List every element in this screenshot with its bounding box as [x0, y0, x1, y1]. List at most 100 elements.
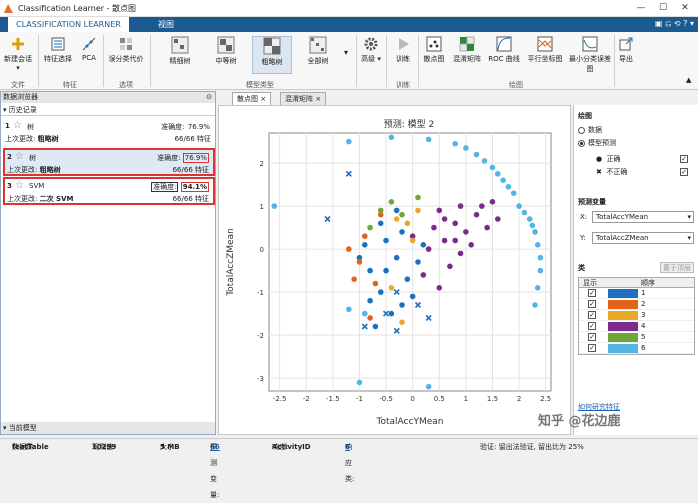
class-row[interactable]: ✓ 4	[579, 321, 694, 332]
model-entry-selected[interactable]: 2 ☆ 树 准确度: 76.9% 上次更改: 粗略树 66/66 特征	[3, 148, 215, 176]
scatter-chart[interactable]: 预测: 模型 2 -2.5 -2 -1.5 -1 -0.5 0 0.5 1 1.5 2 2.5 -3 -…	[219, 106, 570, 434]
tab-view[interactable]: 视图	[150, 17, 182, 32]
status-bar: 数据集: featTable 观测值: 10299 大小: 5 MB 预测变量:…	[0, 438, 698, 499]
star-icon[interactable]: ☆	[15, 151, 24, 162]
y-axis-label: TotalAccZMean	[226, 228, 236, 297]
coarse-tree-button[interactable]: 粗略树	[252, 36, 292, 74]
export-icon	[619, 37, 633, 51]
history-section-header[interactable]: ▾ 历史记录	[1, 105, 215, 116]
train-icon	[399, 38, 409, 50]
fine-tree-button[interactable]: 精细树	[160, 36, 200, 66]
model-entry[interactable]: 1 ☆ 树 准确度: 76.9% 上次更改: 粗略树 66/66 特征	[3, 119, 215, 147]
col-order: 顺序	[641, 279, 655, 287]
tab-confusion-matrix[interactable]: 混淆矩阵 ×	[280, 92, 327, 105]
status-observations: 观测值: 10299	[92, 443, 117, 451]
class-show-checkbox[interactable]: ✓	[588, 289, 596, 297]
ribbon-tab-bar: CLASSIFICATION LEARNER 视图 ▣ ⎌ ⟲ ? ▾	[0, 17, 698, 32]
min-error-plot-icon	[582, 36, 598, 52]
data-point-class-5	[377, 207, 384, 214]
new-session-label: 新建会话	[4, 55, 32, 63]
scatter-plot-button[interactable]: 散点图	[421, 36, 447, 64]
minimize-button[interactable]: —	[630, 0, 652, 16]
data-point-class-6	[425, 383, 432, 390]
incorrect-checkbox[interactable]: ✓	[680, 168, 688, 176]
data-point-class-6	[425, 136, 432, 143]
class-row[interactable]: ✓ 1	[579, 288, 694, 299]
parallel-coordinates-button[interactable]: 平行坐标图	[525, 36, 565, 64]
min-error-plot-button[interactable]: 最小分类误差图	[569, 36, 611, 74]
min-error-plot-label: 最小分类误差图	[569, 55, 611, 73]
pca-button[interactable]: PCA	[78, 36, 100, 62]
data-point-class-6	[481, 158, 488, 164]
history-label: 历史记录	[8, 106, 37, 114]
tab-scatter-plot[interactable]: 散点图 ×	[232, 92, 272, 105]
data-point-class-1	[383, 237, 389, 244]
accuracy-value: 76.9%	[187, 123, 210, 131]
correct-label: 正确	[606, 155, 621, 163]
panel-menu-icon[interactable]: ⊙	[206, 92, 212, 103]
model-features: 66/66 特征	[174, 135, 211, 143]
close-button[interactable]: ✕	[674, 0, 696, 16]
all-trees-button[interactable]: 全部树	[298, 36, 338, 66]
bring-to-front-button[interactable]: 置于顶层	[660, 262, 694, 273]
data-point-class-4	[473, 211, 480, 218]
class-show-checkbox[interactable]: ✓	[588, 344, 596, 352]
radio-data-label: 数据	[588, 126, 602, 134]
misclassification-cost-button[interactable]: 误分类代价	[106, 36, 146, 64]
model-gallery-expand-icon[interactable]: ▾	[344, 48, 348, 57]
status-predictors: 预测变量: 66	[210, 443, 220, 499]
data-point-class-2	[346, 246, 352, 252]
close-icon[interactable]: ×	[315, 95, 321, 103]
confusion-matrix-button[interactable]: 混淆矩阵	[451, 36, 483, 64]
class-show-checkbox[interactable]: ✓	[588, 333, 596, 341]
data-point-class-1	[367, 297, 373, 304]
class-row[interactable]: ✓ 2	[579, 299, 694, 310]
advanced-button[interactable]: 高级 ▾	[358, 36, 384, 64]
close-icon[interactable]: ×	[260, 95, 266, 103]
x-predictor-select[interactable]: TotalAccYMean ▾	[592, 211, 694, 223]
model-number: 3	[7, 182, 12, 190]
star-icon[interactable]: ☆	[15, 180, 24, 191]
y-predictor-select[interactable]: TotalAccZMean ▾	[592, 232, 694, 244]
correct-checkbox[interactable]: ✓	[680, 155, 688, 163]
y-tick-label: -1	[257, 289, 264, 297]
class-color-swatch	[608, 311, 638, 320]
model-number: 1	[5, 122, 10, 130]
class-row[interactable]: ✓ 5	[579, 332, 694, 343]
roc-curve-button[interactable]: ROC 曲线	[487, 36, 521, 64]
class-show-checkbox[interactable]: ✓	[588, 311, 596, 319]
train-button[interactable]: 训练	[390, 36, 416, 64]
class-row[interactable]: ✓ 6	[579, 343, 694, 354]
x-tick-label: 0	[410, 395, 414, 403]
tab-classification-learner[interactable]: CLASSIFICATION LEARNER	[8, 17, 129, 32]
class-show-checkbox[interactable]: ✓	[588, 300, 596, 308]
window-title: Classification Learner - 散点图	[18, 4, 137, 13]
radio-icon	[578, 126, 585, 134]
last-change-label: 上次更改:	[7, 195, 38, 203]
radio-model-predictions[interactable]: 模型预测	[578, 138, 616, 148]
correct-row: ● 正确 ✓	[596, 154, 688, 164]
data-point-class-4	[447, 263, 453, 270]
chart-title: 预测: 模型 2	[384, 119, 434, 130]
data-point-class-2	[351, 276, 357, 282]
class-row[interactable]: ✓ 3	[579, 310, 694, 321]
maximize-button[interactable]: ☐	[652, 0, 674, 16]
y-tick-label: 2	[260, 160, 264, 168]
radio-data[interactable]: 数据	[578, 125, 602, 135]
pca-label: PCA	[82, 54, 96, 62]
data-point-class-6	[463, 145, 469, 151]
class-show-checkbox[interactable]: ✓	[588, 322, 596, 330]
tab-label: 散点图	[237, 95, 258, 103]
star-icon[interactable]: ☆	[13, 120, 22, 131]
model-entry[interactable]: 3 ☆ SVM 准确度: 94.1% 上次更改: 二次 SVM 66/66 特征	[3, 177, 215, 205]
quick-access-toolbar[interactable]: ▣ ⎌ ⟲ ? ▾	[655, 19, 694, 29]
medium-tree-button[interactable]: 中等树	[206, 36, 246, 66]
export-button[interactable]: 导出	[616, 36, 636, 64]
current-model-section[interactable]: ▾ 当前模型	[1, 422, 215, 434]
collapse-ribbon-icon[interactable]: ▲	[686, 76, 691, 84]
data-browser-title: 数据浏览器	[3, 93, 38, 101]
group-plots: 绘图	[509, 81, 523, 89]
feature-selection-button[interactable]: 特征选择	[40, 36, 76, 64]
y-tick-label: -3	[257, 375, 264, 383]
new-session-button[interactable]: 新建会话 ▾	[2, 36, 34, 72]
